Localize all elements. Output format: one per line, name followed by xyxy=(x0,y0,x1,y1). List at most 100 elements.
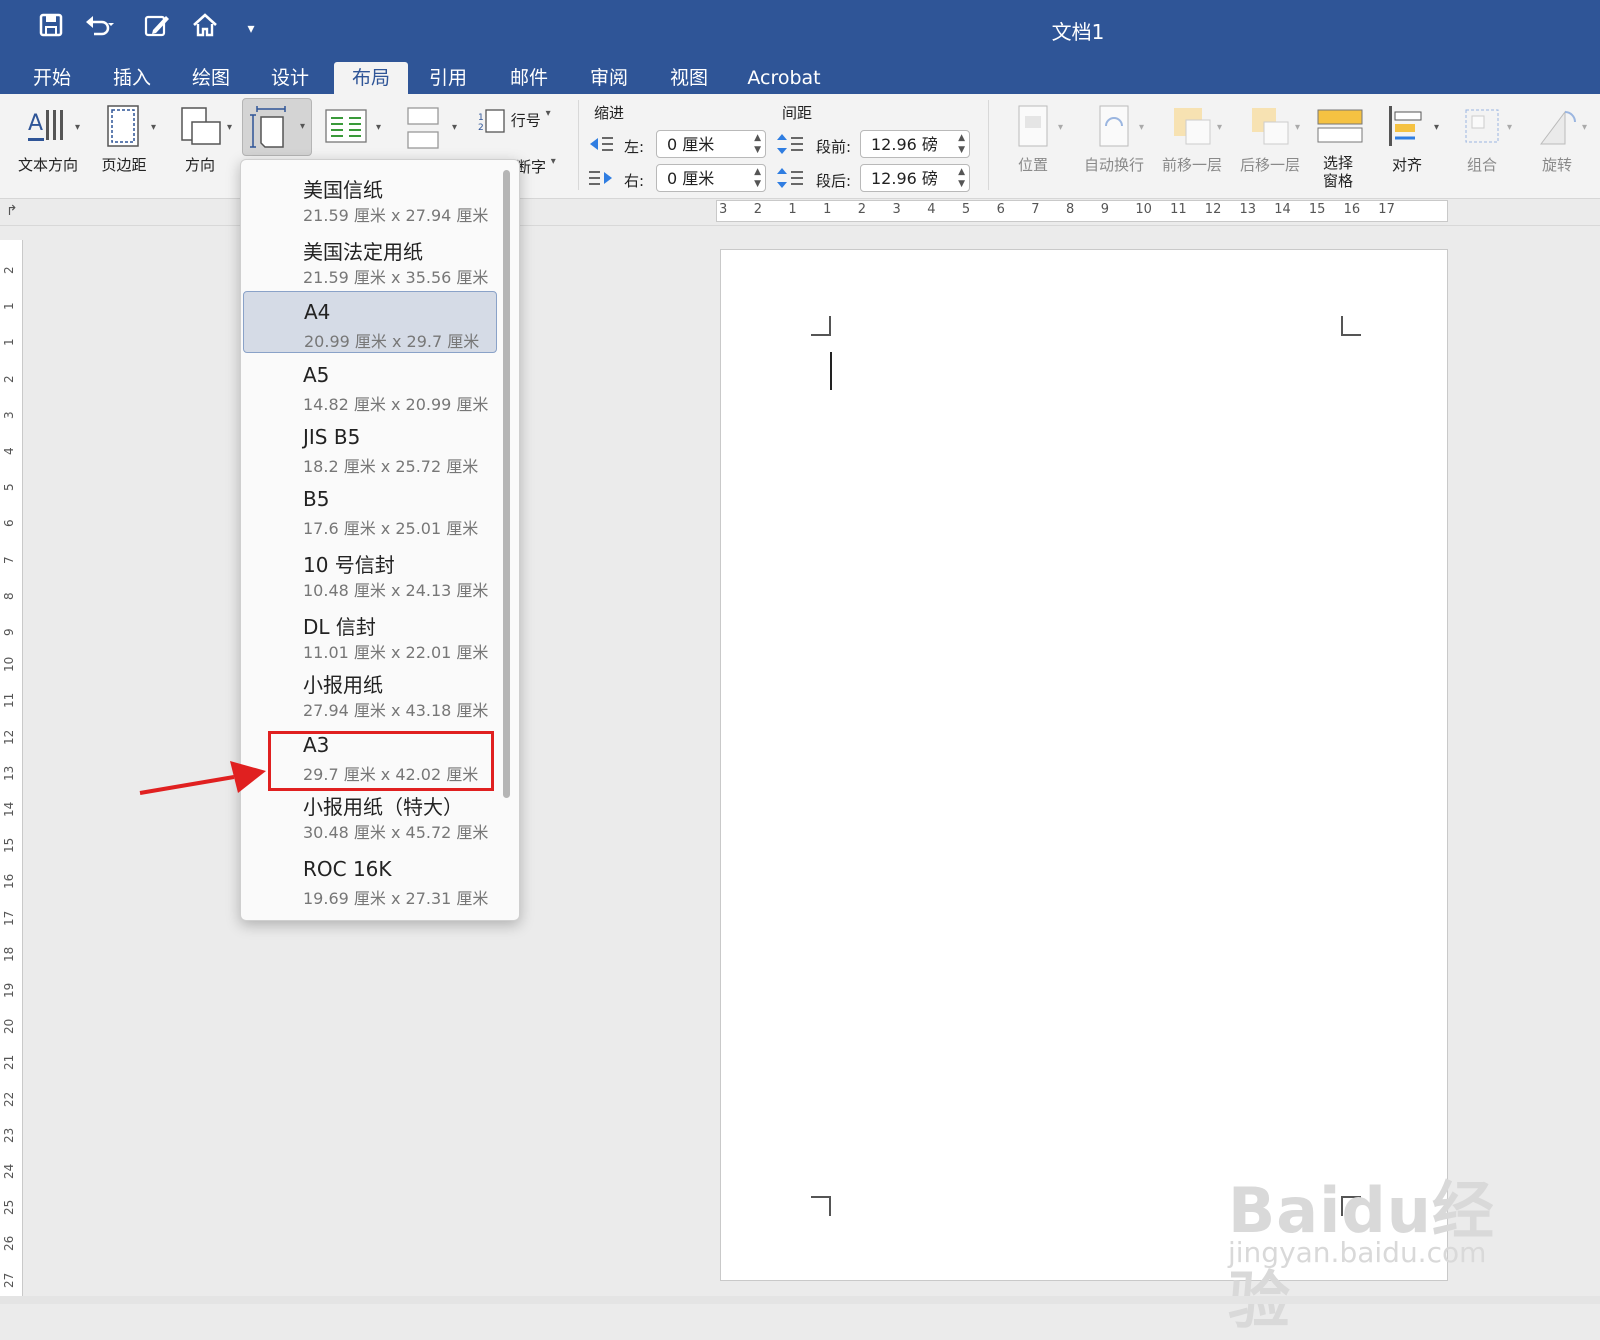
columns-icon xyxy=(325,109,367,143)
ruler-tick-label: 11 xyxy=(1170,202,1187,217)
paper-size-dimensions: 10.48 厘米 x 24.13 厘米 xyxy=(303,581,489,600)
ruler-tick-label: 5 xyxy=(961,202,971,217)
paper-size-dimensions: 14.82 厘米 x 20.99 厘米 xyxy=(303,395,489,414)
spacing-after-stepper-icon[interactable]: ▲ ▼ xyxy=(958,166,965,190)
ruler-tick-label: 9 xyxy=(1100,202,1109,217)
paper-size-name: JIS B5 xyxy=(303,425,361,449)
rotate-label: 旋转 xyxy=(1541,156,1572,174)
ruler-tick-label: 19 xyxy=(2,982,16,998)
paper-size-name: 10 号信封 xyxy=(303,553,395,577)
watermark: Baidu经验 jingyan.baidu.com xyxy=(1228,1160,1528,1337)
align-label: 对齐 xyxy=(1391,156,1422,174)
tab-design[interactable]: 设计 xyxy=(260,62,320,94)
ruler-tick-label: 2 xyxy=(2,374,16,383)
indent-left-label: 左: xyxy=(624,138,645,156)
tab-mailings[interactable]: 邮件 xyxy=(498,62,560,94)
indent-left-field[interactable]: 0 厘米 ▲ ▼ xyxy=(656,130,766,158)
paper-size-item[interactable]: JIS B5 18.2 厘米 x 25.72 厘米 xyxy=(243,417,497,479)
send-backward-button[interactable]: ▾ 后移一层 xyxy=(1234,104,1306,175)
indent-right-field[interactable]: 0 厘米 ▲ ▼ xyxy=(656,164,766,192)
text-cursor xyxy=(830,352,832,390)
ruler-tick-label: 10 xyxy=(1135,202,1152,217)
bring-forward-button[interactable]: ▾ 前移一层 xyxy=(1156,104,1228,175)
ruler-tick-label: 17 xyxy=(2,910,16,926)
paper-size-dimensions: 18.2 厘米 x 25.72 厘米 xyxy=(303,457,479,476)
orientation-icon: ▾ xyxy=(178,104,232,148)
paper-size-name: DL 信封 xyxy=(303,615,376,639)
ruler-tick-label: 1 xyxy=(2,302,16,311)
indent-right-icon xyxy=(588,168,614,192)
position-label: 位置 xyxy=(1017,156,1048,174)
paper-size-dimensions: 21.59 厘米 x 35.56 厘米 xyxy=(303,268,489,287)
indent-left-stepper-icon[interactable]: ▲ ▼ xyxy=(754,132,761,156)
paper-size-item[interactable]: 美国法定用纸 21.59 厘米 x 35.56 厘米 xyxy=(243,228,497,290)
ruler-tick-label: 25 xyxy=(2,1199,16,1216)
paper-size-name: 小报用纸（特大） xyxy=(303,795,463,819)
spacing-after-icon xyxy=(776,166,804,194)
tab-view[interactable]: 视图 xyxy=(658,62,720,94)
document-page[interactable] xyxy=(720,249,1448,1281)
paper-size-name: A5 xyxy=(303,363,330,387)
tab-review[interactable]: 审阅 xyxy=(578,62,640,94)
hyphenation-button[interactable]: 断字 ▾ xyxy=(516,156,562,180)
ruler-tick-label: 17 xyxy=(1378,202,1395,217)
paper-size-dimensions: 27.94 厘米 x 43.18 厘米 xyxy=(303,701,489,720)
position-button[interactable]: ▾ 位置 xyxy=(1000,104,1066,175)
paper-size-item[interactable]: A5 14.82 厘米 x 20.99 厘米 xyxy=(243,355,497,417)
ruler-tick-label: 24 xyxy=(2,1163,16,1179)
align-button[interactable]: ▾ 对齐 xyxy=(1376,104,1439,175)
crop-mark xyxy=(811,316,831,336)
indent-right-stepper-icon[interactable]: ▲ ▼ xyxy=(754,166,761,190)
paper-size-name: 小报用纸 xyxy=(303,673,383,697)
group-icon: ▾ xyxy=(1460,104,1512,148)
ruler-tick-label: 14 xyxy=(1274,202,1291,217)
tab-layout[interactable]: 布局 xyxy=(334,62,408,94)
paper-size-item[interactable]: 小报用纸（特大） 30.48 厘米 x 45.72 厘米 xyxy=(243,783,497,845)
selection-pane-icon xyxy=(1316,104,1363,148)
ruler-tick-label: 6 xyxy=(996,202,1005,217)
ruler-tick-label: 14 xyxy=(2,801,16,817)
paper-size-item[interactable]: A4 20.99 厘米 x 29.7 厘米 xyxy=(243,291,497,353)
tab-insert[interactable]: 插入 xyxy=(102,62,162,94)
group-button[interactable]: ▾ 组合 xyxy=(1446,104,1518,175)
paper-size-dimensions: 17.6 厘米 x 25.01 厘米 xyxy=(303,519,479,538)
breaks-dropdown-icon[interactable]: ▾ xyxy=(452,122,457,133)
paper-size-item[interactable]: 小报用纸 27.94 厘米 x 43.18 厘米 xyxy=(243,661,497,723)
vertical-ruler[interactable]: 2 1 1 2 3 4 5 6 7 8 9 10 11 12 13 14 15 16 17 18 19 20 21 22 23 2… xyxy=(0,240,23,1300)
paper-size-item[interactable]: 美国信纸 21.59 厘米 x 27.94 厘米 xyxy=(243,166,497,228)
spacing-after-field[interactable]: 12.96 磅 ▲ ▼ xyxy=(860,164,970,192)
tab-home[interactable]: 开始 xyxy=(22,62,82,94)
horizontal-ruler[interactable]: 3 2 1 1 2 3 4 5 6 7 8 9 10 11 12 13 14 15 16 17 xyxy=(716,200,1448,222)
columns-button[interactable] xyxy=(324,106,372,146)
ruler-tick-label: 10 xyxy=(2,656,16,673)
tab-selector-icon[interactable]: ↱ xyxy=(6,203,18,219)
ruler-tick-label: 21 xyxy=(2,1055,16,1071)
paper-size-button[interactable]: ▾ xyxy=(242,98,312,156)
columns-dropdown-icon[interactable]: ▾ xyxy=(376,122,381,133)
line-numbers-button[interactable]: 12 行号 ▾ xyxy=(478,108,562,134)
paper-size-item[interactable]: ROC 16K 19.69 厘米 x 27.31 厘米 xyxy=(243,849,497,911)
ruler-tick-label: 6 xyxy=(2,519,16,528)
indent-right-label: 右: xyxy=(624,172,645,190)
paper-size-item[interactable]: B5 17.6 厘米 x 25.01 厘米 xyxy=(243,479,497,541)
wrap-text-button[interactable]: ▾ 自动换行 xyxy=(1078,104,1150,175)
paper-size-item[interactable]: DL 信封 11.01 厘米 x 22.01 厘米 xyxy=(243,603,497,665)
bottom-scroll-area xyxy=(0,1296,1600,1304)
selection-pane-button[interactable]: 选择 窗格 xyxy=(1306,104,1370,190)
selection-pane-label-2: 窗格 xyxy=(1322,172,1353,190)
bring-forward-label: 前移一层 xyxy=(1161,156,1222,174)
tab-references[interactable]: 引用 xyxy=(418,62,478,94)
spacing-before-field[interactable]: 12.96 磅 ▲ ▼ xyxy=(860,130,970,158)
watermark-subtext: jingyan.baidu.com xyxy=(1228,1236,1487,1269)
margins-button[interactable]: ▾ 页边距 xyxy=(92,104,156,175)
paper-size-item[interactable]: 10 号信封 10.48 厘米 x 24.13 厘米 xyxy=(243,541,497,603)
breaks-button[interactable] xyxy=(404,106,444,149)
text-direction-button[interactable]: A ▾ 文本方向 xyxy=(12,104,84,175)
dropdown-scrollbar[interactable] xyxy=(503,170,510,798)
spacing-before-stepper-icon[interactable]: ▲ ▼ xyxy=(958,132,965,156)
rotate-button[interactable]: ▾ 旋转 xyxy=(1524,104,1590,175)
tab-acrobat[interactable]: Acrobat xyxy=(738,62,830,94)
tab-draw[interactable]: 绘图 xyxy=(181,62,241,94)
wrap-text-icon: ▾ xyxy=(1092,104,1144,148)
orientation-button[interactable]: ▾ 方向 xyxy=(168,104,232,175)
